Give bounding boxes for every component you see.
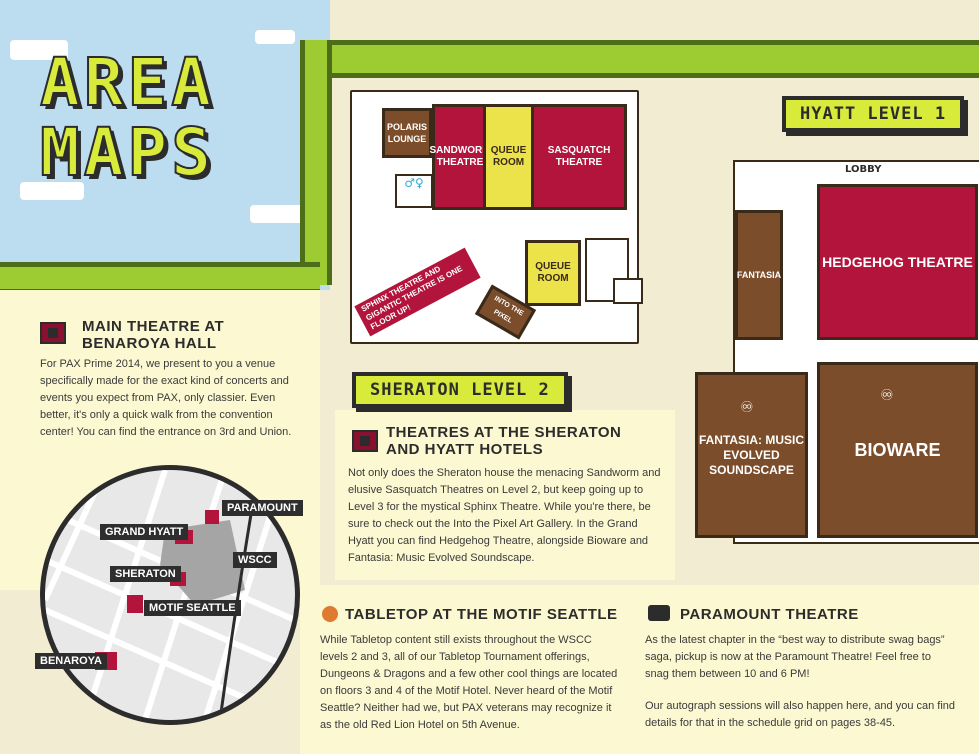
tabletop-heading: TABLETOP AT THE MOTIF SEATTLE bbox=[345, 606, 618, 623]
d20-icon bbox=[322, 606, 338, 622]
theatre-icon bbox=[40, 322, 66, 344]
paramount-body-1: As the latest chapter in the “best way t… bbox=[645, 634, 945, 680]
frame-left bbox=[300, 40, 332, 285]
map-label-paramount: PARAMOUNT bbox=[222, 500, 303, 516]
map-label-grand-hyatt: GRAND HYATT bbox=[100, 524, 189, 540]
theatres-hotels-body: Not only does the Sheraton house the men… bbox=[348, 467, 661, 564]
title-line-2: MAPS bbox=[39, 114, 215, 191]
room-sandworm-theatre: SANDWORM THEATRE bbox=[429, 104, 491, 210]
binoculars-icon-fantasia-music: ♾ bbox=[740, 398, 754, 416]
room-sasquatch-theatre: SASQUATCH THEATRE bbox=[531, 104, 627, 210]
map-label-motif: MOTIF SEATTLE bbox=[144, 600, 241, 616]
sheraton-level-label: SHERATON LEVEL 2 bbox=[352, 372, 568, 408]
map-label-wscc: WSCC bbox=[233, 552, 277, 568]
page-title: AREA MAPS bbox=[39, 44, 215, 191]
room-hedgehog-theatre: HEDGEHOG THEATRE bbox=[817, 184, 978, 340]
map-label-benaroya: BENAROYA bbox=[35, 653, 107, 669]
tabletop-body: While Tabletop content still exists thro… bbox=[320, 634, 618, 731]
main-theatre-heading: MAIN THEATRE AT BENAROYA HALL bbox=[82, 318, 225, 352]
hyatt-floorplan: LOBBY HEDGEHOG THEATRE FANTASIA FANTASIA… bbox=[695, 160, 979, 550]
hyatt-level-label: HYATT LEVEL 1 bbox=[782, 96, 965, 132]
cloud-4 bbox=[255, 30, 295, 44]
paramount-body-2: Our autograph sessions will also happen … bbox=[645, 700, 956, 729]
elevator-box bbox=[613, 278, 643, 304]
binoculars-icon-bioware: ♾ bbox=[880, 386, 894, 404]
sheraton-floorplan: POLARIS LOUNGE SANDWORM THEATRE QUEUE RO… bbox=[345, 90, 645, 350]
room-queue-top: QUEUE ROOM bbox=[483, 104, 534, 210]
map-label-sheraton: SHERATON bbox=[110, 566, 181, 582]
room-queue-mid: QUEUE ROOM bbox=[525, 240, 581, 306]
title-line-1: AREA bbox=[39, 44, 215, 121]
restroom-top: ♂♀ bbox=[395, 174, 433, 208]
theatre-icon-2 bbox=[352, 430, 378, 452]
binoculars-icon bbox=[648, 605, 670, 621]
lobby-label: LOBBY bbox=[845, 164, 882, 175]
room-polaris-lounge: POLARIS LOUNGE bbox=[382, 108, 432, 158]
paramount-heading: PARAMOUNT THEATRE bbox=[680, 606, 859, 623]
room-fantasia-music: FANTASIA: MUSIC EVOLVED SOUNDSCAPE bbox=[695, 372, 808, 538]
main-theatre-body: For PAX Prime 2014, we present to you a … bbox=[40, 358, 292, 438]
theatres-hotels-heading: THEATRES AT THE SHERATON AND HYATT HOTEL… bbox=[386, 424, 622, 458]
frame-top bbox=[300, 40, 979, 78]
room-fantasia: FANTASIA bbox=[735, 210, 783, 340]
